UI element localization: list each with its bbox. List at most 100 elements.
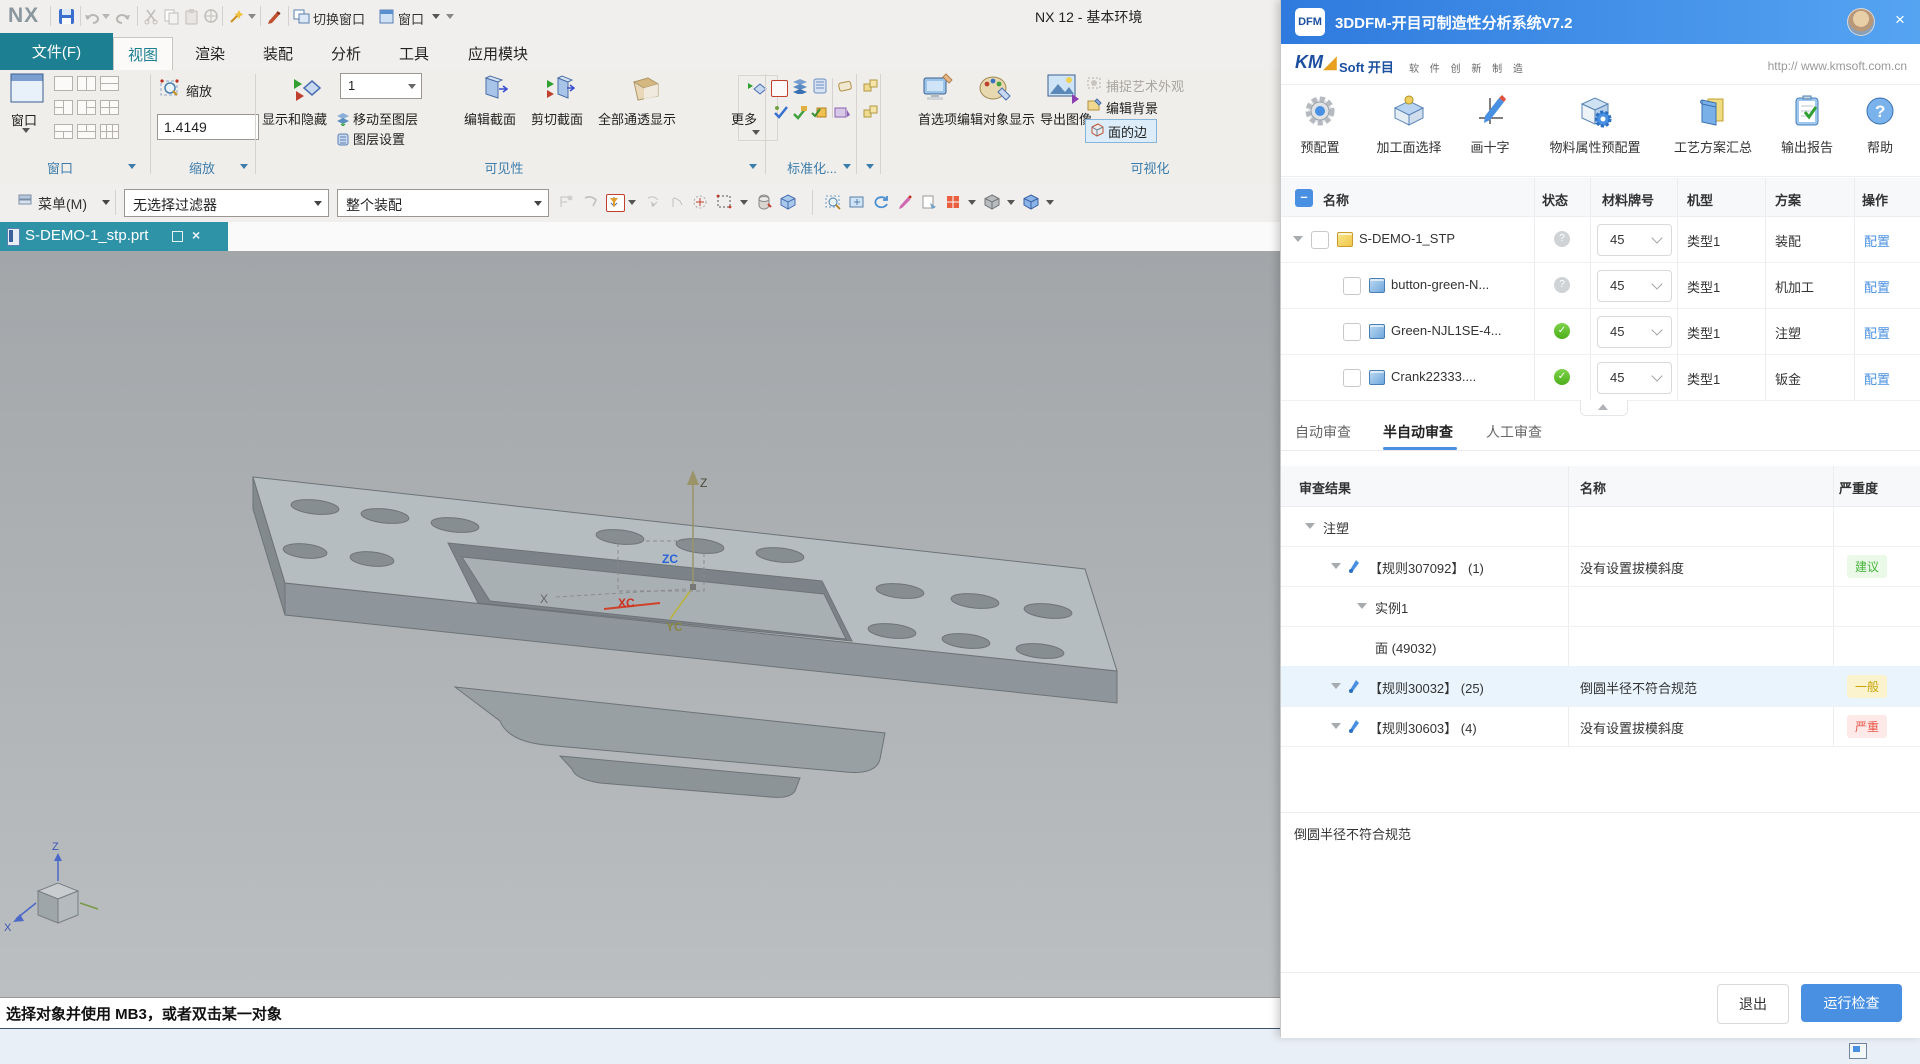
configure-link[interactable]: 配置 bbox=[1864, 231, 1890, 250]
configure-link[interactable]: 配置 bbox=[1864, 277, 1890, 296]
part-row[interactable]: Green-NJL1SE-4... ✓ 45 类型1 注塑 配置 bbox=[1281, 308, 1920, 355]
part-row[interactable]: Crank22333.... ✓ 45 类型1 钣金 配置 bbox=[1281, 354, 1920, 401]
doc-settings-icon[interactable] bbox=[812, 78, 828, 99]
menu-tab-application[interactable]: 应用模块 bbox=[453, 37, 543, 70]
edit-background-label[interactable]: 编辑背景 bbox=[1106, 98, 1158, 117]
help-button[interactable]: ? 帮助 bbox=[1825, 92, 1920, 156]
selection-scope-combo[interactable]: 整个装配 bbox=[337, 189, 549, 217]
tag-icon[interactable] bbox=[838, 78, 854, 99]
window-dropdown[interactable] bbox=[432, 14, 440, 19]
show-hide-label[interactable]: 显示和隐藏 bbox=[262, 109, 327, 128]
movie-icon[interactable] bbox=[834, 104, 850, 125]
part-tab[interactable]: S-DEMO-1_stp.prt × bbox=[0, 222, 228, 251]
expand-caret[interactable] bbox=[1305, 523, 1315, 529]
row-checkbox[interactable] bbox=[1311, 231, 1329, 249]
copy-icon[interactable] bbox=[163, 8, 180, 25]
save-icon[interactable] bbox=[58, 8, 75, 25]
pen-icon[interactable] bbox=[266, 8, 283, 25]
rotate-view-icon[interactable] bbox=[873, 194, 890, 210]
material-select[interactable]: 45 bbox=[1597, 270, 1672, 302]
window-button-dropdown[interactable] bbox=[22, 128, 30, 133]
expand-caret[interactable] bbox=[1357, 603, 1367, 609]
wand-icon[interactable] bbox=[228, 8, 245, 25]
layout-two-vertical-icon[interactable] bbox=[77, 76, 96, 91]
shaded-view-dropdown[interactable] bbox=[1007, 200, 1015, 205]
grid-dropdown[interactable] bbox=[968, 200, 976, 205]
clip-section-icon[interactable] bbox=[545, 74, 575, 109]
zoom-button-label[interactable]: 缩放 bbox=[186, 81, 212, 100]
view-cube-icon[interactable] bbox=[1023, 194, 1040, 210]
preferences-label[interactable]: 首选项 bbox=[918, 109, 957, 128]
row-checkbox[interactable] bbox=[1343, 323, 1361, 341]
window-icon[interactable] bbox=[378, 8, 395, 25]
group-mini-dialog[interactable] bbox=[866, 164, 874, 169]
parts-box-icon-b[interactable] bbox=[862, 104, 880, 125]
translucent-icon[interactable] bbox=[630, 74, 662, 109]
face-edges-label[interactable]: 面的边 bbox=[1108, 122, 1147, 141]
export-image-icon[interactable] bbox=[1046, 72, 1082, 111]
undo-icon[interactable] bbox=[84, 8, 101, 25]
edit-background-icon[interactable] bbox=[1087, 98, 1102, 117]
parts-box-icon-a[interactable] bbox=[862, 78, 880, 99]
view-cube-dropdown[interactable] bbox=[1046, 200, 1054, 205]
group-standardize-dialog[interactable] bbox=[843, 164, 851, 169]
object-display-icon[interactable] bbox=[771, 80, 788, 97]
draw-tool-icon[interactable] bbox=[897, 194, 914, 210]
layout-four-icon[interactable] bbox=[100, 100, 119, 115]
sheet-tool-icon[interactable] bbox=[921, 194, 938, 210]
snap-filter-active-icon[interactable] bbox=[606, 194, 625, 212]
row-checkbox[interactable] bbox=[1343, 277, 1361, 295]
cut-icon[interactable] bbox=[143, 8, 160, 25]
window-big-icon[interactable] bbox=[10, 73, 44, 108]
translucent-label[interactable]: 全部通透显示 bbox=[598, 109, 676, 128]
review-row-instance[interactable]: 实例1 bbox=[1281, 586, 1920, 627]
material-config-button[interactable]: 物料属性预配置 bbox=[1540, 92, 1650, 156]
switch-window-icon[interactable] bbox=[293, 8, 310, 25]
group-zoom-dialog[interactable] bbox=[240, 164, 248, 169]
material-select[interactable]: 45 bbox=[1597, 362, 1672, 394]
review-row-rule[interactable]: 【规则307092】 (1) 没有设置拔模斜度 建议 bbox=[1281, 546, 1920, 587]
review-row-rule-selected[interactable]: 【规则30032】 (25) 倒圆半径不符合规范 一般 bbox=[1281, 666, 1920, 707]
user-avatar[interactable] bbox=[1847, 8, 1875, 36]
review-row-rule[interactable]: 【规则30603】 (4) 没有设置拔模斜度 严重 bbox=[1281, 706, 1920, 747]
marquee-icon[interactable] bbox=[716, 194, 733, 210]
zoom-region-icon[interactable] bbox=[825, 194, 842, 210]
layout-single-icon[interactable] bbox=[54, 76, 73, 91]
tab-auto-review[interactable]: 自动审查 bbox=[1295, 422, 1351, 442]
layers-stack-icon[interactable] bbox=[792, 78, 808, 99]
show-hide-icon[interactable] bbox=[290, 73, 324, 110]
review-row-face[interactable]: 面 (49032) bbox=[1281, 626, 1920, 667]
menu-tab-view[interactable]: 视图 bbox=[113, 37, 173, 71]
zoom-icon[interactable] bbox=[160, 78, 182, 105]
row-checkbox[interactable] bbox=[1343, 369, 1361, 387]
shaded-view-icon[interactable] bbox=[984, 194, 1001, 210]
zoom-value-input[interactable] bbox=[157, 114, 259, 140]
qat-overflow[interactable] bbox=[446, 14, 454, 19]
dfm-close-icon[interactable]: × bbox=[1891, 11, 1909, 29]
group-window-dialog[interactable] bbox=[128, 164, 136, 169]
screen-capture-icon[interactable] bbox=[1849, 1043, 1867, 1059]
edit-section-icon[interactable] bbox=[478, 74, 508, 109]
layout-six-icon[interactable] bbox=[100, 124, 119, 139]
review-row-group[interactable]: 注塑 bbox=[1281, 506, 1920, 547]
check-blue-icon[interactable] bbox=[773, 104, 789, 125]
tab-semi-auto-review[interactable]: 半自动审查 bbox=[1383, 422, 1453, 442]
more-dropdown[interactable] bbox=[752, 130, 760, 135]
expand-caret[interactable] bbox=[1331, 563, 1341, 569]
menu-button-dropdown[interactable] bbox=[102, 200, 110, 205]
draw-cross-button[interactable]: 画十字 bbox=[1435, 92, 1545, 156]
configure-link[interactable]: 配置 bbox=[1864, 369, 1890, 388]
exit-button[interactable]: 退出 bbox=[1717, 984, 1789, 1024]
layer-select[interactable]: 1 bbox=[340, 73, 422, 99]
more-label[interactable]: 更多 bbox=[731, 109, 757, 128]
redo-icon[interactable] bbox=[114, 8, 131, 25]
paste-icon[interactable] bbox=[183, 8, 200, 25]
shaded-tool-icon[interactable] bbox=[756, 194, 773, 210]
restore-window-icon[interactable] bbox=[172, 231, 183, 242]
paint-check-icon[interactable] bbox=[792, 104, 808, 125]
select-all-checkbox[interactable]: – bbox=[1295, 189, 1313, 207]
window-button-label[interactable]: 窗口 bbox=[11, 110, 37, 129]
snap-filter-dropdown[interactable] bbox=[628, 200, 636, 205]
edit-object-display-label[interactable]: 编辑对象显示 bbox=[957, 109, 1035, 128]
undo-dropdown[interactable] bbox=[102, 14, 110, 19]
